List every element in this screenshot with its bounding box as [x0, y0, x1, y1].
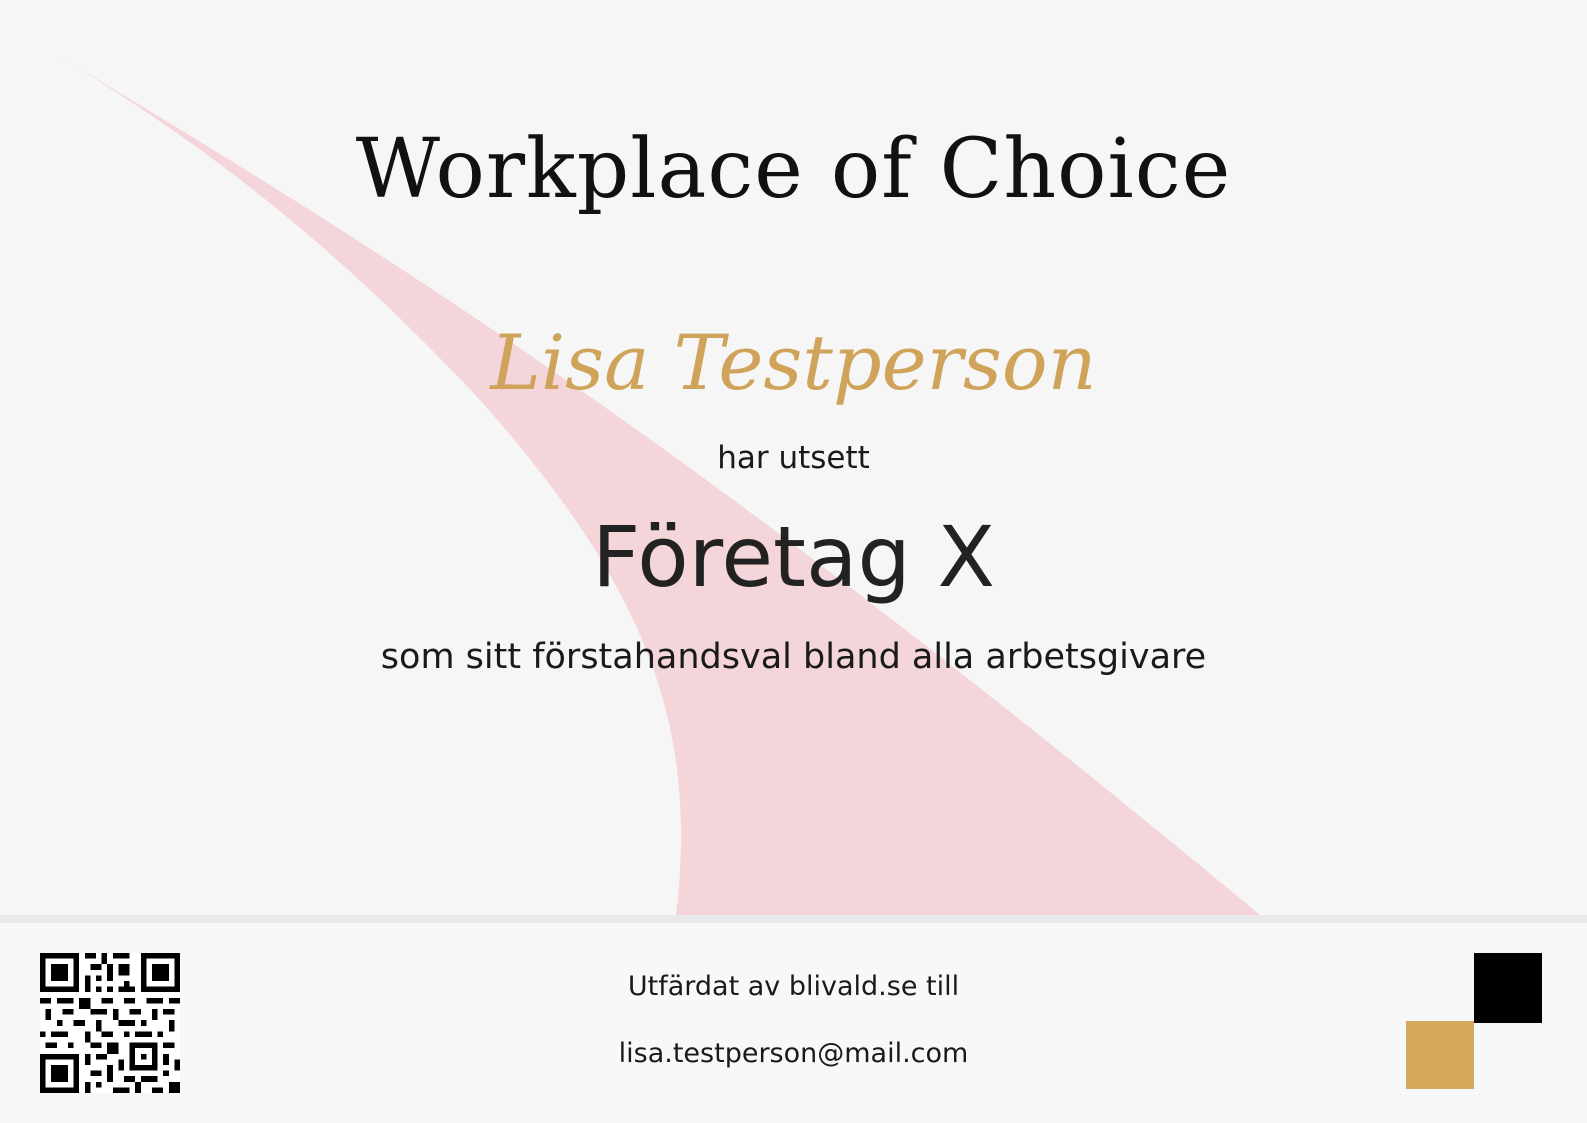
logo-black-square	[1474, 953, 1542, 1023]
award-reason: som sitt förstahandsval bland alla arbet…	[380, 637, 1207, 677]
footer-divider	[0, 915, 1587, 923]
certificate-title: Workplace of Choice	[355, 122, 1232, 217]
recipient-email: lisa.testperson@mail.com	[618, 1038, 969, 1069]
certificate-page: Workplace of Choice Lisa Testperson har …	[0, 0, 1587, 1123]
logo-gold-square	[1406, 1021, 1474, 1089]
certificate-footer: Utfärdat av blivald.se till lisa.testper…	[0, 923, 1587, 1123]
company-name: Företag X	[591, 508, 996, 606]
connector-text: har utsett	[717, 440, 870, 476]
issued-by-text: Utfärdat av blivald.se till	[627, 971, 960, 1002]
blivald-logo-icon	[1406, 953, 1542, 1089]
recipient-name: Lisa Testperson	[490, 318, 1097, 407]
